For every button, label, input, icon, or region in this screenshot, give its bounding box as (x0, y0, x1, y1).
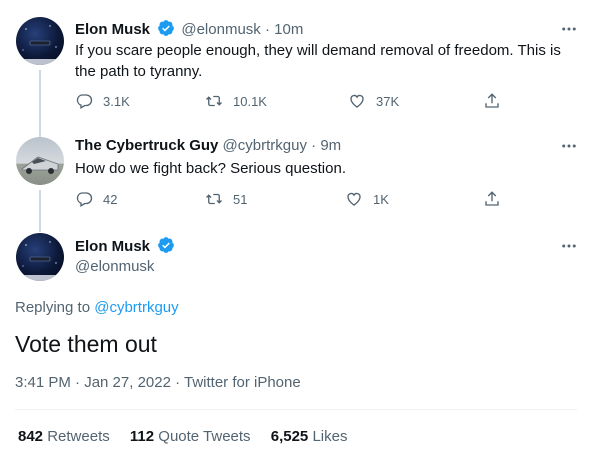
like-button[interactable]: 37K (348, 92, 399, 110)
reply-icon (76, 94, 93, 109)
retweet-button[interactable]: 51 (205, 190, 247, 208)
like-icon (347, 192, 361, 206)
main-tweet-text: Vote them out (15, 331, 157, 357)
like-count: 1K (373, 191, 389, 207)
reply-icon (76, 192, 93, 207)
main-author-name-text[interactable]: Elon Musk (75, 238, 150, 255)
retweets-count: 842 (18, 428, 44, 445)
reply-button[interactable]: 42 (75, 190, 117, 208)
tweet-time[interactable]: 10m (274, 21, 303, 38)
separator-dot: · (264, 21, 270, 38)
like-icon (350, 94, 364, 108)
verified-badge-icon (158, 237, 175, 253)
quote-tweets-count: 112 (129, 428, 155, 445)
author-name[interactable]: The Cybertruck Guy (75, 137, 218, 154)
tweet-actions: 42 51 1K (75, 190, 515, 212)
reply-count: 3.1K (103, 93, 130, 109)
separator-dot: · (311, 137, 317, 154)
divider (15, 409, 577, 410)
main-author-handle[interactable]: @elonmusk (75, 258, 154, 275)
tweet-header: The Cybertruck Guy @cybrtrkguy · 9m (75, 137, 341, 154)
tweet-cybertruck-guy[interactable]: The Cybertruck Guy @cybrtrkguy · 9m How … (0, 130, 592, 230)
reply-count: 42 (103, 191, 118, 207)
more-icon[interactable] (560, 237, 578, 255)
share-icon (485, 191, 499, 206)
retweet-icon (206, 95, 222, 107)
engagement-stats: 842 Retweets 112 Quote Tweets 6,525 Like… (18, 428, 363, 445)
retweet-button[interactable]: 10.1K (205, 92, 267, 110)
retweets-stat[interactable]: 842 Retweets (18, 428, 110, 445)
replying-prefix: Replying to (15, 299, 91, 316)
author-name[interactable]: Elon Musk (75, 21, 150, 38)
main-avatar[interactable] (16, 233, 64, 281)
like-button[interactable]: 1K (345, 190, 389, 208)
likes-label: Likes (312, 428, 348, 445)
author-handle[interactable]: @elonmusk (181, 21, 260, 38)
retweet-icon (206, 193, 222, 205)
main-author-name[interactable]: Elon Musk (75, 236, 177, 255)
avatar[interactable] (16, 137, 64, 185)
share-button[interactable] (483, 92, 511, 110)
more-icon[interactable] (560, 137, 578, 155)
tweet-elon-1[interactable]: Elon Musk @elonmusk · 10m If you scare p… (0, 0, 592, 130)
more-icon[interactable] (560, 20, 578, 38)
reply-button[interactable]: 3.1K (75, 92, 130, 110)
share-button[interactable] (483, 190, 511, 208)
avatar[interactable] (16, 17, 64, 65)
retweet-count: 10.1K (233, 93, 267, 109)
tweet-text: If you scare people enough, they will de… (75, 42, 561, 80)
tweet-timestamp[interactable]: 3:41 PM · Jan 27, 2022 · Twitter for iPh… (15, 374, 301, 391)
retweets-label: Retweets (47, 428, 110, 445)
tweet-header: Elon Musk @elonmusk · 10m (75, 19, 303, 38)
quote-tweets-label: Quote Tweets (158, 428, 251, 445)
like-count: 37K (376, 93, 400, 109)
tweet-time[interactable]: 9m (320, 137, 341, 154)
quote-tweets-stat[interactable]: 112 Quote Tweets (130, 428, 251, 445)
author-handle[interactable]: @cybrtrkguy (223, 137, 307, 154)
replying-mention-link[interactable]: @cybrtrkguy (94, 299, 178, 316)
tweet-actions: 3.1K 10.1K 37K (75, 92, 515, 114)
share-icon (485, 93, 499, 108)
retweet-count: 51 (233, 191, 248, 207)
tweet-text: How do we fight back? Serious question. (75, 160, 346, 177)
verified-badge-icon (158, 20, 175, 36)
likes-count: 6,525 (270, 428, 309, 445)
likes-stat[interactable]: 6,525 Likes (271, 428, 348, 445)
replying-to: Replying to @cybrtrkguy (15, 299, 179, 316)
